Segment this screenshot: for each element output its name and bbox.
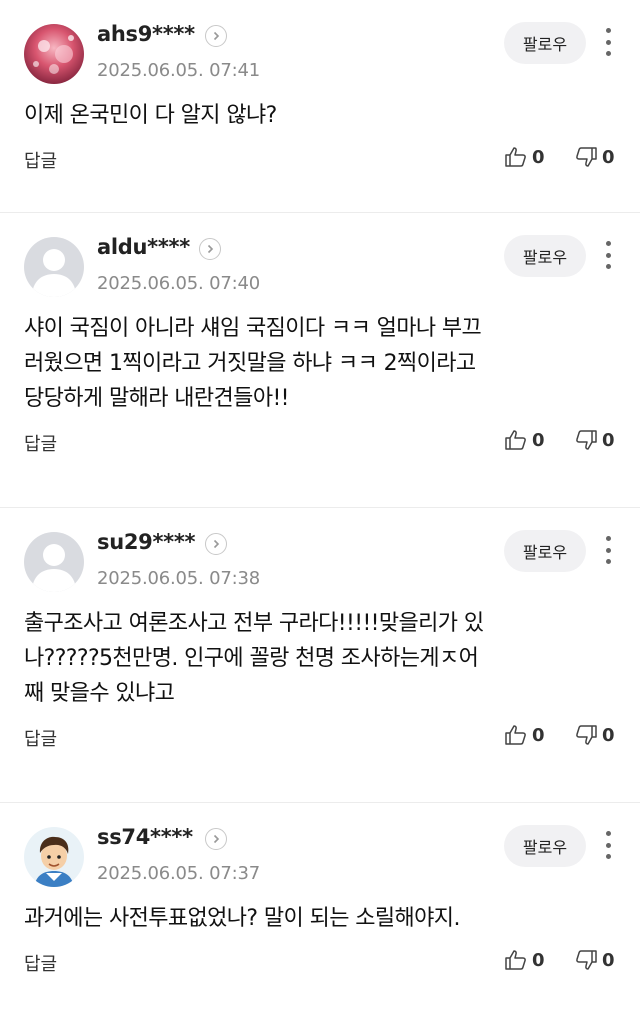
like-count: 0: [532, 429, 545, 451]
like-count: 0: [532, 724, 545, 746]
like-button[interactable]: 0: [504, 145, 545, 169]
chevron-right-icon[interactable]: [199, 238, 221, 260]
avatar[interactable]: [24, 24, 84, 84]
dislike-count: 0: [602, 146, 615, 168]
like-button[interactable]: 0: [504, 948, 545, 972]
thumbs-up-icon: [505, 950, 526, 970]
like-button[interactable]: 0: [504, 723, 545, 747]
thumbs-down-icon: [576, 147, 597, 167]
follow-button[interactable]: 팔로우: [504, 22, 586, 64]
reply-button[interactable]: 답글: [24, 725, 57, 751]
follow-button[interactable]: 팔로우: [504, 235, 586, 277]
reply-button[interactable]: 답글: [24, 950, 57, 976]
reply-button[interactable]: 답글: [24, 147, 57, 173]
chevron-right-icon[interactable]: [205, 25, 227, 47]
like-count: 0: [532, 146, 545, 168]
thumbs-down-icon: [576, 430, 597, 450]
dislike-button[interactable]: 0: [574, 145, 615, 169]
comment-text: 과거에는 사전투표없었나? 말이 되는 소릴해야지.: [24, 906, 460, 931]
dislike-count: 0: [602, 724, 615, 746]
thumbs-up-icon: [505, 725, 526, 745]
comment-item: su29**** 2025.06.05. 07:38 팔로우 출구조사고 여론조…: [0, 508, 640, 803]
dislike-button[interactable]: 0: [574, 428, 615, 452]
dislike-button[interactable]: 0: [574, 723, 615, 747]
comment-list: ahs9**** 2025.06.05. 07:41 팔로우 이제 온국민이 다…: [0, 0, 640, 1015]
follow-button[interactable]: 팔로우: [504, 530, 586, 572]
thumbs-down-icon: [576, 725, 597, 745]
more-options-icon[interactable]: [596, 24, 620, 60]
comment-text: 샤이 국짐이 아니라 섀임 국짐이다 ㅋㅋ 얼마나 부끄 러웠으면 1찍이라고 …: [24, 316, 482, 411]
comment-date: 2025.06.05. 07:40: [97, 273, 260, 294]
thumbs-up-icon: [505, 147, 526, 167]
username[interactable]: su29****: [97, 530, 196, 554]
more-options-icon[interactable]: [596, 827, 620, 863]
chevron-right-icon[interactable]: [205, 828, 227, 850]
comment-item: ss74**** 2025.06.05. 07:37 팔로우 과거에는 사전투표…: [0, 803, 640, 1015]
thumbs-up-icon: [505, 430, 526, 450]
comment-date: 2025.06.05. 07:37: [97, 863, 260, 884]
more-options-icon[interactable]: [596, 532, 620, 568]
thumbs-down-icon: [576, 950, 597, 970]
avatar[interactable]: [24, 827, 84, 887]
comment-item: ahs9**** 2025.06.05. 07:41 팔로우 이제 온국민이 다…: [0, 0, 640, 213]
comment-date: 2025.06.05. 07:41: [97, 60, 260, 81]
dislike-count: 0: [602, 949, 615, 971]
username[interactable]: aldu****: [97, 235, 190, 259]
comment-item: aldu**** 2025.06.05. 07:40 팔로우 샤이 국짐이 아니…: [0, 213, 640, 508]
avatar[interactable]: [24, 237, 84, 297]
comment-text: 이제 온국민이 다 알지 않냐?: [24, 103, 277, 128]
dislike-count: 0: [602, 429, 615, 451]
reply-button[interactable]: 답글: [24, 430, 57, 456]
avatar[interactable]: [24, 532, 84, 592]
username[interactable]: ahs9****: [97, 22, 195, 46]
dislike-button[interactable]: 0: [574, 948, 615, 972]
chevron-right-icon[interactable]: [205, 533, 227, 555]
like-count: 0: [532, 949, 545, 971]
more-options-icon[interactable]: [596, 237, 620, 273]
comment-date: 2025.06.05. 07:38: [97, 568, 260, 589]
follow-button[interactable]: 팔로우: [504, 825, 586, 867]
comment-text: 출구조사고 여론조사고 전부 구라다!!!!!맞을리가 있 나?????5천만명…: [24, 611, 484, 706]
username[interactable]: ss74****: [97, 825, 193, 849]
like-button[interactable]: 0: [504, 428, 545, 452]
